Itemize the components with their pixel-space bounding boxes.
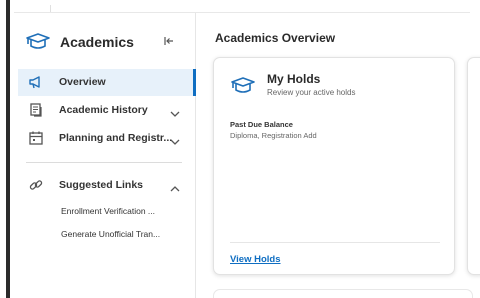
calendar-icon [28, 130, 44, 151]
sidebar: Academics Overview Academic History Plan… [10, 13, 196, 298]
lower-card [213, 289, 473, 298]
sidebar-item-label: Overview [59, 76, 106, 88]
page-title: Academics Overview [215, 31, 336, 45]
suggested-link-unofficial-transcript[interactable]: Generate Unofficial Tran... [61, 229, 160, 239]
adjacent-card [467, 57, 480, 275]
sidebar-item-academic-history[interactable]: Academic History [18, 97, 196, 124]
chevron-down-icon[interactable] [170, 133, 180, 151]
sidebar-divider [26, 162, 182, 163]
suggested-links-label: Suggested Links [59, 179, 144, 191]
document-stack-icon [28, 102, 44, 123]
chevron-up-icon[interactable] [170, 180, 180, 198]
hold-description: Diploma, Registration Add [230, 131, 317, 140]
hold-title: Past Due Balance [230, 120, 293, 129]
graduation-cap-icon [230, 76, 256, 101]
my-holds-card: My Holds Review your active holds Past D… [213, 57, 455, 275]
sidebar-title: Academics [60, 34, 134, 50]
sidebar-item-overview[interactable]: Overview [18, 69, 196, 96]
suggested-link-enrollment-verification[interactable]: Enrollment Verification ... [61, 206, 155, 216]
card-subtitle: Review your active holds [267, 88, 356, 97]
collapse-left-icon[interactable] [164, 35, 174, 49]
sidebar-item-planning-registration[interactable]: Planning and Registr... [18, 125, 196, 152]
sidebar-header: Academics [10, 29, 196, 57]
sidebar-item-label: Academic History [59, 104, 148, 116]
link-icon [28, 177, 44, 198]
card-title: My Holds [267, 72, 321, 86]
top-tick-divider [50, 5, 51, 12]
chevron-down-icon[interactable] [170, 105, 180, 123]
megaphone-icon [28, 74, 44, 95]
graduation-cap-icon [25, 32, 51, 57]
card-divider [230, 242, 440, 243]
view-holds-link[interactable]: View Holds [230, 254, 281, 265]
suggested-links-toggle[interactable]: Suggested Links [18, 172, 196, 199]
sidebar-item-label: Planning and Registr... [59, 132, 173, 144]
